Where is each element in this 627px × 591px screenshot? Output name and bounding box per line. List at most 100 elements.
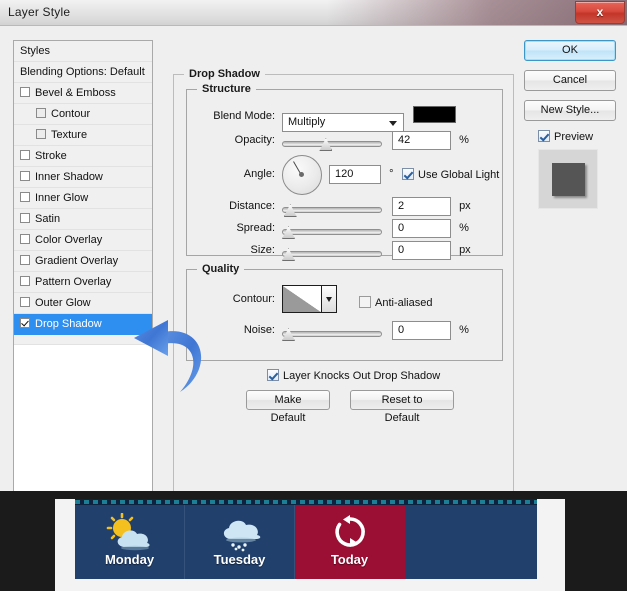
styles-list-item-checkbox[interactable] [20,318,30,328]
weather-day-today[interactable]: Today [295,505,405,579]
styles-list-item-inner-shadow[interactable]: Inner Shadow [14,167,152,188]
noise-slider[interactable] [282,328,382,341]
contour-curve-icon [283,286,321,312]
angle-dial-hub [299,172,304,177]
angle-input[interactable]: 120 [329,165,381,184]
reset-to-default-button[interactable]: Reset to Default [350,390,455,424]
ok-button[interactable]: OK [524,40,616,61]
cloud-with-snow-icon [223,520,260,552]
contour-preview[interactable] [282,285,322,313]
size-slider[interactable] [282,248,382,261]
styles-list-item-checkbox[interactable] [20,192,30,202]
distance-slider[interactable] [282,204,382,217]
preview-label: Preview [554,131,594,143]
chevron-down-icon [326,297,332,302]
anti-aliased-check-icon [359,296,371,308]
anti-aliased-label: Anti-aliased [375,297,433,309]
spread-input[interactable]: 0 [392,219,451,238]
preview-thumbnail [538,149,598,209]
use-global-light-checkbox[interactable]: Use Global Light [402,168,500,181]
styles-list-item-checkbox[interactable] [20,255,30,265]
opacity-label: Opacity: [234,134,275,146]
size-unit: px [459,244,471,256]
sun-behind-cloud-icon [106,513,150,551]
spread-slider[interactable] [282,226,382,239]
styles-list-item-label: Stroke [35,150,67,162]
styles-list-item-checkbox[interactable] [20,150,30,160]
weather-day-label: Monday [104,552,155,567]
cancel-button[interactable]: Cancel [524,70,616,91]
styles-list-item-stroke[interactable]: Stroke [14,146,152,167]
styles-list-item-checkbox[interactable] [36,129,46,139]
styles-list-item-bevel-emboss[interactable]: Bevel & Emboss [14,83,152,104]
distance-input[interactable]: 2 [392,197,451,216]
quality-group-label: Quality [197,263,245,275]
styles-list-item-outer-glow[interactable]: Outer Glow [14,293,152,314]
noise-input[interactable]: 0 [392,321,451,340]
styles-list-item-pattern-overlay[interactable]: Pattern Overlay [14,272,152,293]
size-input[interactable]: 0 [392,241,451,260]
use-global-light-label: Use Global Light [418,169,500,181]
blend-mode-label: Blend Mode: [213,110,275,122]
weather-day-label: Tuesday [213,552,266,567]
styles-list-item-checkbox[interactable] [20,171,30,181]
dialog-action-column: OK Cancel New Style... Preview [524,40,616,209]
dialog-titlebar: Layer Style x [0,0,627,26]
styles-list-item-checkbox[interactable] [20,213,30,223]
preview-checkbox[interactable]: Preview [538,130,594,143]
distance-unit: px [459,200,471,212]
styles-list-item-inner-glow[interactable]: Inner Glow [14,188,152,209]
use-global-light-check-icon [402,168,414,180]
styles-list-item-checkbox[interactable] [36,108,46,118]
styles-list-item-label: Color Overlay [35,234,103,246]
dialog-title: Layer Style [8,5,71,19]
styles-list-item-blending-options-default[interactable]: Blending Options: Default [14,62,152,83]
opacity-slider-track [282,141,382,147]
distance-slider-track [282,207,382,213]
styles-list-item-texture[interactable]: Texture [14,125,152,146]
weather-day-monday[interactable]: Monday [75,505,185,579]
close-button[interactable]: x [575,1,625,24]
preview-thumbnail-shape [552,163,585,196]
structure-group: Structure Blend Mode: Multiply Opacity: [186,83,503,261]
styles-list-item-checkbox[interactable] [20,234,30,244]
angle-dial[interactable] [282,155,322,195]
size-label: Size: [250,244,275,256]
new-style-button[interactable]: New Style... [524,100,616,121]
noise-unit: % [459,324,469,336]
anti-aliased-checkbox[interactable]: Anti-aliased [359,296,433,309]
weather-day-tuesday[interactable]: Tuesday [185,505,295,579]
chevron-down-icon [389,121,397,126]
noise-label: Noise: [243,324,275,336]
styles-list-item-checkbox[interactable] [20,297,30,307]
opacity-slider[interactable] [282,138,382,151]
styles-list-item-styles[interactable]: Styles [14,41,152,62]
styles-list-item-color-overlay[interactable]: Color Overlay [14,230,152,251]
styles-list-item-contour[interactable]: Contour [14,104,152,125]
styles-list-item-drop-shadow[interactable]: Drop Shadow [14,314,152,335]
shadow-color-swatch[interactable] [413,106,457,123]
styles-list-item-satin[interactable]: Satin [14,209,152,230]
quality-group: Quality Contour: Anti-aliased Noise: 0 % [186,263,503,361]
make-default-button[interactable]: Make Default [246,390,330,424]
styles-list-item-label: Satin [35,213,61,225]
styles-list-item-label: Styles [20,45,50,57]
styles-list-item-checkbox[interactable] [20,87,30,97]
styles-list-item-label: Bevel & Emboss [35,87,116,99]
layer-knocks-out-checkbox[interactable]: Layer Knocks Out Drop Shadow [267,369,440,382]
styles-list-filler [14,335,152,345]
styles-list-item-label: Inner Shadow [35,171,103,183]
weather-day-label: Today [330,552,369,567]
contour-dropdown-button[interactable] [322,285,337,313]
size-slider-track [282,251,382,257]
weather-widget: Monday Tuesday Today [75,499,537,579]
opacity-input[interactable]: 42 [392,131,451,150]
styles-list-item-gradient-overlay[interactable]: Gradient Overlay [14,251,152,272]
structure-group-label: Structure [197,83,256,95]
styles-list[interactable]: Styles Blending Options: Default Bevel & E… [13,40,153,492]
styles-list-item-label: Pattern Overlay [35,276,112,288]
styles-list-item-label: Outer Glow [35,297,91,309]
styles-list-item-checkbox[interactable] [20,276,30,286]
contour-label: Contour: [232,293,275,305]
drop-shadow-group-label: Drop Shadow [184,68,265,80]
